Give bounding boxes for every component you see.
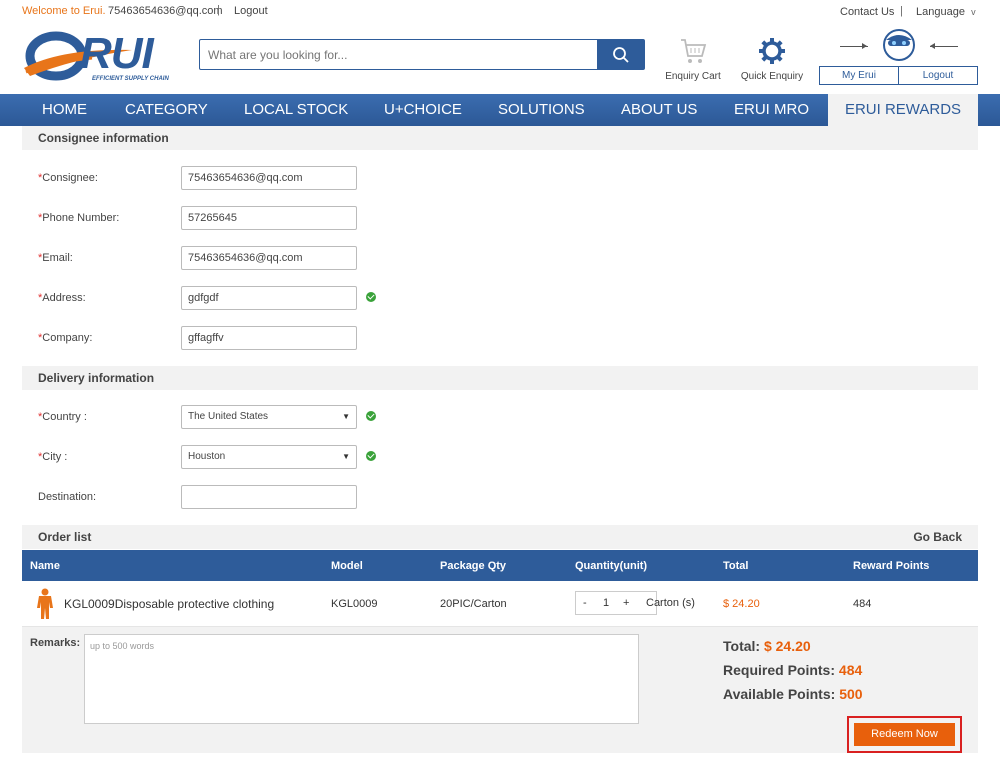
summary-available-points: Available Points: 500: [723, 686, 863, 702]
summary-required-points: Required Points: 484: [723, 662, 863, 678]
user-avatar-area: [838, 28, 960, 64]
col-total: Total: [723, 560, 749, 572]
language-selector[interactable]: Language v: [916, 6, 976, 18]
protective-clothing-icon: [37, 588, 53, 619]
remarks-label: Remarks:: [30, 637, 81, 649]
nav-item-local-stock[interactable]: LOCAL STOCK: [244, 94, 348, 126]
language-label: Language: [916, 6, 965, 18]
consignee-section-heading: Consignee information: [22, 126, 978, 150]
order-list-title: Order list: [38, 530, 92, 544]
header-logout-button[interactable]: Logout: [899, 67, 977, 84]
erui-logo[interactable]: RUI EFFICIENT SUPPLY CHAIN: [22, 28, 182, 88]
city-select[interactable]: Houston ▼: [181, 445, 357, 469]
order-summary-area: Remarks: up to 500 words Total: $ 24.20 …: [22, 627, 978, 753]
separator: |: [900, 5, 903, 17]
destination-field[interactable]: [181, 485, 357, 509]
col-name: Name: [30, 560, 60, 572]
email-label: *Email:: [38, 252, 73, 264]
avatar[interactable]: [882, 28, 916, 62]
enquiry-cart-label: Enquiry Cart: [665, 71, 721, 82]
logo-text: RUI: [80, 29, 154, 78]
check-icon: [366, 451, 376, 461]
delivery-section-heading: Delivery information: [22, 366, 978, 390]
search-icon: [612, 46, 629, 63]
package-qty: 20PIC/Carton: [440, 598, 507, 610]
redeem-highlight: Redeem Now: [847, 716, 962, 753]
nav-item-category[interactable]: CATEGORY: [125, 94, 208, 126]
top-logout-link[interactable]: Logout: [234, 5, 268, 17]
row-total: $ 24.20: [723, 598, 760, 610]
dropdown-arrow-icon: ▼: [342, 452, 350, 461]
gear-icon: [759, 38, 785, 64]
contact-us-link[interactable]: Contact Us: [840, 6, 894, 18]
nav-item-solutions[interactable]: SOLUTIONS: [498, 94, 585, 126]
go-back-link[interactable]: Go Back: [913, 525, 962, 549]
redeem-now-button[interactable]: Redeem Now: [854, 723, 955, 746]
remarks-textarea[interactable]: up to 500 words: [84, 634, 639, 724]
country-label: *Country :: [38, 411, 87, 423]
email-field[interactable]: 75463654636@qq.com: [181, 246, 357, 270]
consignee-field[interactable]: 75463654636@qq.com: [181, 166, 357, 190]
summary-total: Total: $ 24.20: [723, 638, 811, 654]
consignee-label: *Consignee:: [38, 172, 98, 184]
city-label: *City :: [38, 451, 68, 463]
row-reward-points: 484: [853, 598, 872, 610]
address-label: *Address:: [38, 292, 86, 304]
dropdown-arrow-icon: ▼: [342, 412, 350, 421]
quick-enquiry-label: Quick Enquiry: [740, 71, 804, 82]
order-section-heading: Order list Go Back: [22, 525, 978, 549]
product-model: KGL0009: [331, 598, 378, 610]
logo-tagline: EFFICIENT SUPPLY CHAIN: [92, 76, 169, 82]
address-field[interactable]: gdfgdf: [181, 286, 357, 310]
qty-unit: Carton (s): [646, 597, 695, 609]
search-button[interactable]: [597, 40, 644, 69]
quick-enquiry-button[interactable]: Quick Enquiry: [740, 36, 804, 82]
nav-item-home[interactable]: HOME: [42, 94, 87, 126]
quantity-stepper: - 1 +: [575, 591, 657, 615]
nav-item-u-choice[interactable]: U+CHOICE: [384, 94, 462, 126]
country-select[interactable]: The United States ▼: [181, 405, 357, 429]
phone-field[interactable]: 57265645: [181, 206, 357, 230]
destination-label: Destination:: [38, 491, 97, 503]
enquiry-cart-button[interactable]: Enquiry Cart: [662, 36, 724, 82]
product-name[interactable]: KGL0009Disposable protective clothing: [64, 597, 274, 611]
main-nav: HOME CATEGORY LOCAL STOCK U+CHOICE SOLUT…: [0, 94, 1000, 126]
col-model: Model: [331, 560, 363, 572]
country-value: The United States: [188, 411, 269, 422]
nav-item-erui-rewards[interactable]: ERUI REWARDS: [828, 94, 978, 126]
chevron-down-icon: v: [971, 7, 976, 17]
user-email[interactable]: 75463654636@qq.com: [108, 5, 223, 17]
col-reward-points: Reward Points: [853, 560, 930, 572]
col-package-qty: Package Qty: [440, 560, 507, 572]
check-icon: [366, 411, 376, 421]
top-bar: Welcome to Erui. 75463654636@qq.com | Lo…: [0, 0, 1000, 24]
qty-value[interactable]: 1: [603, 597, 609, 609]
table-row: KGL0009Disposable protective clothing KG…: [22, 581, 978, 627]
account-box: My Erui Logout: [819, 66, 978, 85]
welcome-text: Welcome to Erui.: [22, 5, 106, 17]
search-input[interactable]: [200, 40, 598, 69]
company-label: *Company:: [38, 332, 93, 344]
qty-minus-button[interactable]: -: [583, 597, 587, 609]
nav-item-about-us[interactable]: ABOUT US: [621, 94, 697, 126]
search-bar: [199, 39, 645, 70]
my-erui-button[interactable]: My Erui: [820, 67, 899, 84]
nav-item-erui-mro[interactable]: ERUI MRO: [734, 94, 809, 126]
separator: |: [217, 4, 220, 16]
check-icon: [366, 292, 376, 302]
city-value: Houston: [188, 451, 226, 462]
order-table-header: Name Model Package Qty Quantity(unit) To…: [22, 550, 978, 581]
col-quantity: Quantity(unit): [575, 560, 648, 572]
cart-icon: [681, 39, 707, 63]
phone-label: *Phone Number:: [38, 212, 120, 224]
qty-plus-button[interactable]: +: [623, 597, 629, 609]
company-field[interactable]: gffagffv: [181, 326, 357, 350]
